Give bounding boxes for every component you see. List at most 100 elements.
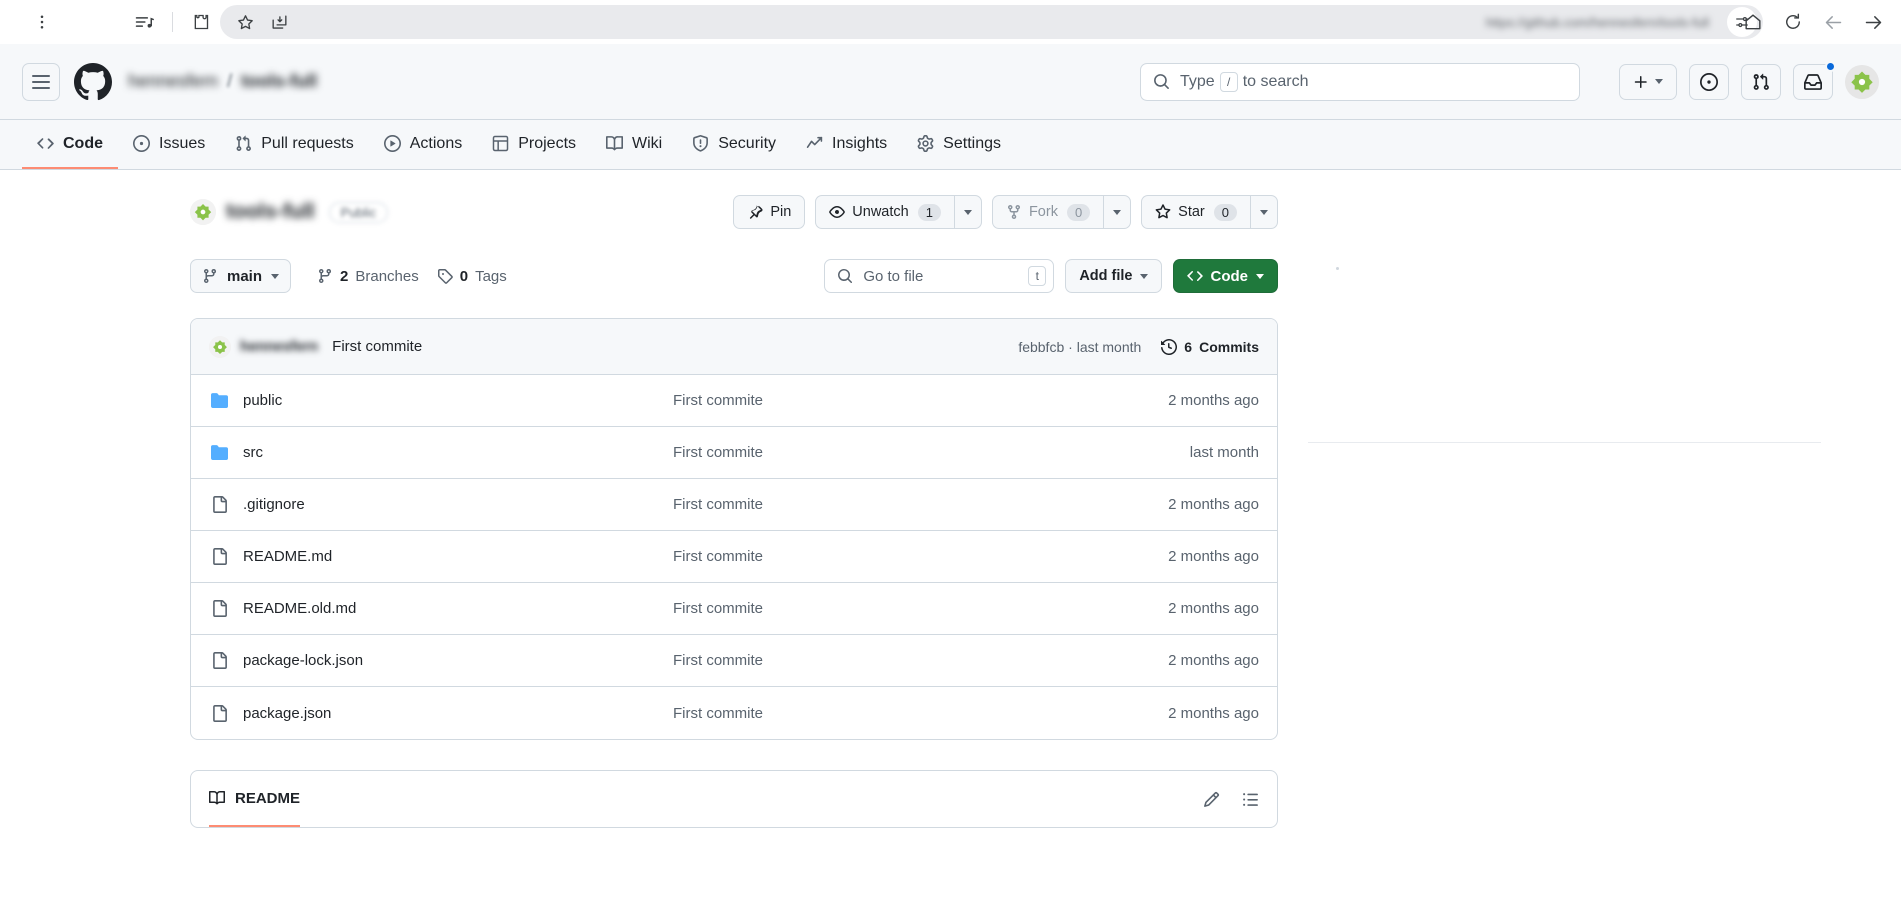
- search-icon: [837, 268, 853, 284]
- breadcrumb-separator: /: [227, 71, 233, 91]
- header-actions: [1619, 60, 1879, 100]
- tab-list-icon[interactable]: [124, 5, 164, 39]
- table-row[interactable]: README.old.md First commite 2 months ago: [191, 583, 1277, 635]
- branches-link[interactable]: 2 Branches: [317, 268, 419, 285]
- install-app-icon[interactable]: [266, 9, 292, 35]
- page-title[interactable]: tools-full: [226, 200, 315, 224]
- file-commit-message[interactable]: First commite: [673, 652, 1099, 669]
- star-count: 0: [1213, 203, 1237, 221]
- file-icon: [209, 548, 229, 565]
- forward-arrow-icon[interactable]: [1853, 5, 1893, 39]
- star-dropdown-button[interactable]: [1250, 195, 1278, 229]
- file-name[interactable]: public: [243, 392, 673, 409]
- file-commit-message[interactable]: First commite: [673, 496, 1099, 513]
- tab-security-label: Security: [718, 134, 777, 152]
- commit-author-avatar[interactable]: [209, 335, 231, 358]
- extensions-puzzle-icon[interactable]: [181, 5, 221, 39]
- create-new-button[interactable]: [1619, 63, 1677, 100]
- pencil-edit-icon[interactable]: [1203, 791, 1220, 808]
- tab-insights[interactable]: Insights: [791, 120, 902, 169]
- tab-settings[interactable]: Settings: [902, 120, 1016, 169]
- chevron-down-icon: [1655, 79, 1663, 84]
- fork-label: Fork: [1028, 204, 1058, 220]
- go-to-file-input[interactable]: Go to file t: [824, 259, 1055, 293]
- tab-code[interactable]: Code: [22, 120, 118, 169]
- breadcrumb-repo[interactable]: tools-full: [241, 71, 317, 92]
- file-name[interactable]: package-lock.json: [243, 652, 673, 669]
- fork-button[interactable]: Fork 0: [991, 195, 1104, 229]
- branch-selector[interactable]: main: [190, 259, 292, 293]
- tab-pull-requests[interactable]: Pull requests: [220, 120, 369, 169]
- file-name[interactable]: README.md: [243, 548, 673, 565]
- chevron-down-icon: [271, 273, 280, 279]
- file-name[interactable]: README.old.md: [243, 600, 673, 617]
- browser-menu-icon[interactable]: [22, 5, 62, 39]
- avatar[interactable]: [1845, 64, 1879, 99]
- table-row[interactable]: .gitignore First commite 2 months ago: [191, 479, 1277, 531]
- fork-dropdown-button[interactable]: [1103, 195, 1132, 229]
- inbox-button[interactable]: [1793, 60, 1836, 100]
- code-button[interactable]: Code: [1172, 259, 1278, 293]
- chevron-down-icon: [1113, 209, 1122, 215]
- commit-sha-separator: ·: [1068, 338, 1073, 355]
- unwatch-label: Unwatch: [852, 204, 909, 220]
- address-bar[interactable]: https://github.com/hennesfern/tools-full: [220, 5, 1763, 39]
- issues-button[interactable]: [1689, 63, 1729, 100]
- tab-readme[interactable]: README: [209, 771, 301, 827]
- home-icon[interactable]: [1733, 5, 1773, 39]
- file-name[interactable]: package.json: [243, 705, 673, 722]
- add-file-button[interactable]: Add file: [1065, 259, 1162, 293]
- file-commit-message[interactable]: First commite: [673, 548, 1099, 565]
- tags-link[interactable]: 0 Tags: [437, 268, 507, 285]
- reload-icon[interactable]: [1773, 5, 1813, 39]
- search-input[interactable]: Type / to search: [1140, 62, 1580, 101]
- tags-count: 0: [459, 267, 469, 285]
- gear-icon: [917, 135, 934, 152]
- github-mark-icon[interactable]: [74, 62, 112, 101]
- file-timestamp: 2 months ago: [1168, 652, 1259, 669]
- file-name[interactable]: .gitignore: [243, 496, 673, 513]
- tab-wiki[interactable]: Wiki: [591, 120, 677, 169]
- commits-count-link[interactable]: 6 Commits: [1161, 339, 1259, 355]
- tab-pull-requests-label: Pull requests: [261, 134, 354, 152]
- commit-author-name[interactable]: hennesfern: [240, 339, 318, 355]
- file-commit-message[interactable]: First commite: [673, 444, 1099, 461]
- tab-issues[interactable]: Issues: [118, 120, 220, 169]
- tab-security[interactable]: Security: [677, 120, 791, 169]
- tab-issues-label: Issues: [159, 134, 206, 152]
- commit-message[interactable]: First commite: [332, 338, 422, 355]
- table-row[interactable]: package.json First commite 2 months ago: [191, 687, 1277, 739]
- unwatch-button[interactable]: Unwatch 1: [815, 195, 954, 229]
- breadcrumb: hennesfern / tools-full: [128, 71, 317, 92]
- watch-dropdown-button[interactable]: [953, 195, 982, 229]
- search-placeholder: Type / to search: [1180, 71, 1309, 92]
- table-row[interactable]: package-lock.json First commite 2 months…: [191, 635, 1277, 687]
- file-icon: [209, 600, 229, 617]
- tab-projects[interactable]: Projects: [477, 120, 591, 169]
- breadcrumb-owner[interactable]: hennesfern: [128, 71, 218, 92]
- table-row[interactable]: src First commite last month: [191, 427, 1277, 479]
- back-arrow-icon[interactable]: [1813, 5, 1853, 39]
- tab-actions[interactable]: Actions: [369, 120, 477, 169]
- toolbar-divider: [172, 12, 173, 32]
- commits-label: Commits: [1199, 338, 1259, 355]
- file-commit-message[interactable]: First commite: [673, 705, 1099, 722]
- git-pull-request-icon: [235, 135, 252, 152]
- bookmark-star-icon[interactable]: [232, 9, 258, 35]
- sidebar-placeholder-dot: [1336, 267, 1339, 270]
- pin-button[interactable]: Pin: [733, 195, 806, 229]
- hamburger-menu-icon[interactable]: [22, 62, 60, 101]
- star-button[interactable]: Star 0: [1141, 195, 1250, 229]
- search-icon: [1153, 73, 1170, 90]
- file-commit-message[interactable]: First commite: [673, 392, 1099, 409]
- outline-list-icon[interactable]: [1242, 791, 1259, 808]
- commit-sha-and-time[interactable]: febbfcb · last month: [1018, 339, 1141, 355]
- search-slash-key: /: [1219, 71, 1238, 92]
- sidebar-divider: [1308, 442, 1821, 443]
- table-row[interactable]: public First commite 2 months ago: [191, 375, 1277, 427]
- file-name[interactable]: src: [243, 444, 673, 461]
- pull-requests-button[interactable]: [1741, 63, 1781, 100]
- table-row[interactable]: README.md First commite 2 months ago: [191, 531, 1277, 583]
- tab-settings-label: Settings: [943, 134, 1001, 152]
- file-commit-message[interactable]: First commite: [673, 600, 1099, 617]
